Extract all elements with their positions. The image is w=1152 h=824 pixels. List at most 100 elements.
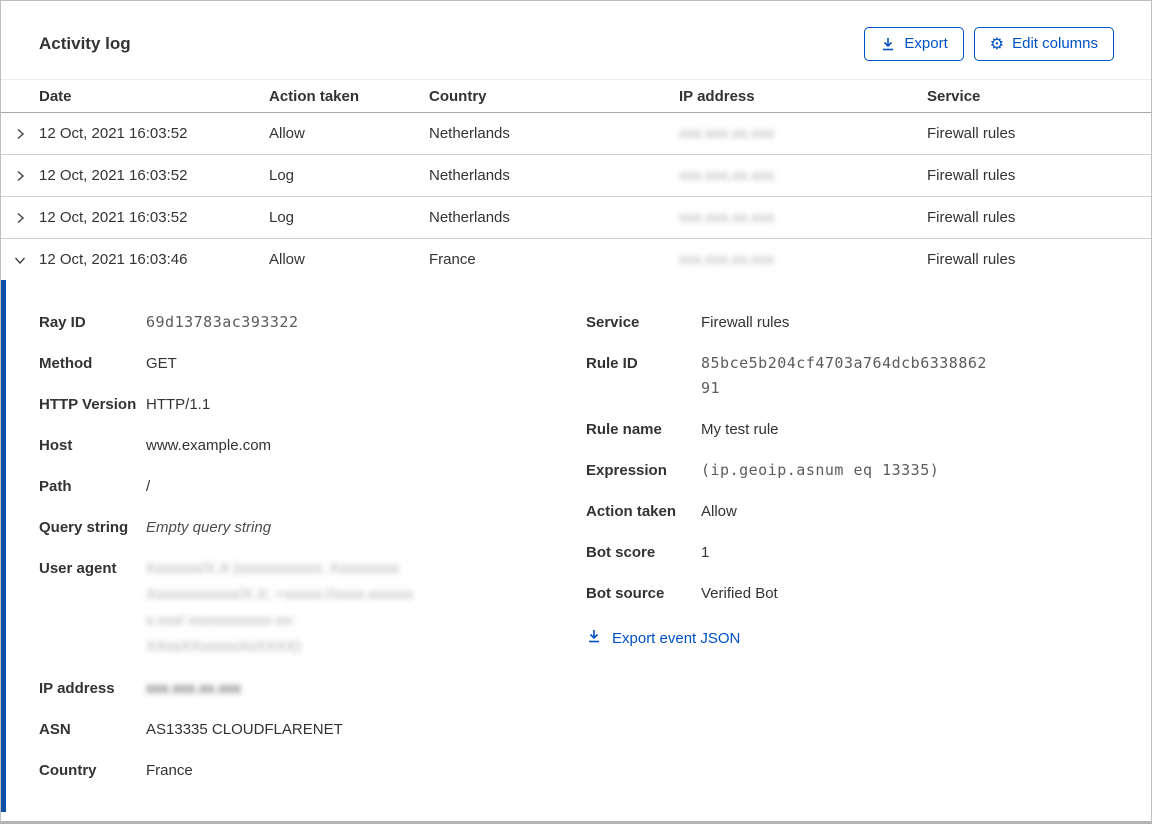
detail-label: Rule ID: [586, 351, 701, 401]
page-title: Activity log: [39, 34, 131, 54]
detail-label: User agent: [39, 556, 146, 660]
detail-value: France: [146, 758, 193, 783]
table-header: Date Action taken Country IP address Ser…: [1, 79, 1151, 112]
detail-value: (ip.geoip.asnum eq 13335): [701, 458, 939, 483]
chevron-right-icon: [12, 126, 28, 142]
detail-row-method: Method GET: [39, 351, 586, 376]
detail-label: ASN: [39, 717, 146, 742]
redacted-text-line: x.xxx/ xxxxxxxxxxx-xx:: [146, 608, 413, 634]
export-button-label: Export: [904, 35, 947, 53]
detail-value: HTTP/1.1: [146, 392, 210, 417]
detail-value: 1: [701, 540, 709, 565]
cell-ip-address-redacted: xxx.xxx.xx.xxx: [679, 167, 774, 184]
detail-value: 85bce5b204cf4703a764dcb633886291: [701, 351, 993, 401]
detail-value: Verified Bot: [701, 581, 778, 606]
cell-country: Netherlands: [429, 209, 679, 226]
detail-value: GET: [146, 351, 177, 376]
cell-service: Firewall rules: [927, 167, 1151, 184]
cell-date: 12 Oct, 2021 16:03:52: [39, 125, 269, 142]
download-icon: [586, 628, 602, 648]
cell-date: 12 Oct, 2021 16:03:52: [39, 167, 269, 184]
cell-ip-address-redacted: xxx.xxx.xx.xxx: [679, 125, 774, 142]
redacted-text-line: Xxxxxxxxxxxx/X.X; +xxxxx://xxxx.xxxxxx: [146, 582, 413, 608]
detail-row-asn: ASN AS13335 CLOUDFLARENET: [39, 717, 586, 742]
detail-value: Firewall rules: [701, 310, 789, 335]
detail-label: Service: [586, 310, 701, 335]
column-header-ip-address: IP address: [679, 88, 927, 105]
detail-label: Bot source: [586, 581, 701, 606]
expand-row-button[interactable]: [1, 168, 39, 184]
detail-row-ip-address: IP address xxx.xxx.xx.xxx: [39, 676, 586, 701]
download-icon: [880, 36, 896, 52]
detail-label: Path: [39, 474, 146, 499]
edit-columns-button-label: Edit columns: [1012, 35, 1098, 53]
detail-value: /: [146, 474, 150, 499]
detail-row-bot-source: Bot source Verified Bot: [586, 581, 1151, 606]
cell-service: Firewall rules: [927, 125, 1151, 142]
topbar: Activity log Export ⚙ Edit columns: [1, 1, 1151, 79]
detail-row-service: Service Firewall rules: [586, 310, 1151, 335]
detail-row-ray-id: Ray ID 69d13783ac393322: [39, 310, 586, 335]
redacted-text-line: XXxxXXxxxxxXxXXXX): [146, 634, 413, 660]
detail-label: Host: [39, 433, 146, 458]
edit-columns-button[interactable]: ⚙ Edit columns: [974, 27, 1114, 61]
detail-row-bot-score: Bot score 1: [586, 540, 1151, 565]
column-header-date: Date: [39, 88, 269, 105]
detail-row-user-agent: User agent Xxxxxxx/X.X (xxxxxxxxxxx; Xxx…: [39, 556, 586, 660]
export-event-json-label: Export event JSON: [612, 630, 740, 647]
cell-country: Netherlands: [429, 125, 679, 142]
export-event-json-link[interactable]: Export event JSON: [586, 628, 740, 648]
cell-action-taken: Log: [269, 209, 429, 226]
table-row[interactable]: 12 Oct, 2021 16:03:52 Log Netherlands xx…: [1, 196, 1151, 238]
detail-row-query-string: Query string Empty query string: [39, 515, 586, 540]
detail-row-action-taken: Action taken Allow: [586, 499, 1151, 524]
detail-row-country: Country France: [39, 758, 586, 783]
cell-ip-address-redacted: xxx.xxx.xx.xxx: [679, 251, 774, 268]
activity-log-panel: Activity log Export ⚙ Edit columns Date …: [0, 0, 1152, 824]
detail-label: Ray ID: [39, 310, 146, 335]
cell-date: 12 Oct, 2021 16:03:46: [39, 251, 269, 268]
table-row[interactable]: 12 Oct, 2021 16:03:52 Log Netherlands xx…: [1, 154, 1151, 196]
cell-action-taken: Log: [269, 167, 429, 184]
redacted-text-line: Xxxxxxx/X.X (xxxxxxxxxxx; Xxxxxxxxx: [146, 556, 413, 582]
detail-value: www.example.com: [146, 433, 271, 458]
detail-label: Expression: [586, 458, 701, 483]
detail-value: Allow: [701, 499, 737, 524]
expand-row-button[interactable]: [1, 210, 39, 226]
detail-value: Empty query string: [146, 515, 271, 540]
event-details-left-column: Ray ID 69d13783ac393322 Method GET HTTP …: [39, 310, 586, 812]
table-row[interactable]: 12 Oct, 2021 16:03:52 Allow Netherlands …: [1, 112, 1151, 154]
detail-label: Action taken: [586, 499, 701, 524]
detail-value-redacted: xxx.xxx.xx.xxx: [146, 676, 241, 701]
chevron-down-icon: [12, 252, 28, 268]
cell-action-taken: Allow: [269, 251, 429, 268]
collapse-row-button[interactable]: [1, 252, 39, 268]
detail-row-rule-id: Rule ID 85bce5b204cf4703a764dcb633886291: [586, 351, 1151, 401]
detail-value: AS13335 CLOUDFLARENET: [146, 717, 343, 742]
cell-country: Netherlands: [429, 167, 679, 184]
detail-label: Method: [39, 351, 146, 376]
cell-ip-address-redacted: xxx.xxx.xx.xxx: [679, 209, 774, 226]
cell-country: France: [429, 251, 679, 268]
detail-label: IP address: [39, 676, 146, 701]
detail-label: Bot score: [586, 540, 701, 565]
event-details-panel: Ray ID 69d13783ac393322 Method GET HTTP …: [1, 280, 1151, 812]
detail-value-redacted: Xxxxxxx/X.X (xxxxxxxxxxx; Xxxxxxxxx Xxxx…: [146, 556, 413, 660]
cell-service: Firewall rules: [927, 209, 1151, 226]
detail-row-host: Host www.example.com: [39, 433, 586, 458]
event-details-right-column: Service Firewall rules Rule ID 85bce5b20…: [586, 310, 1151, 812]
detail-row-expression: Expression (ip.geoip.asnum eq 13335): [586, 458, 1151, 483]
expand-row-button[interactable]: [1, 126, 39, 142]
detail-value: 69d13783ac393322: [146, 310, 299, 335]
table-row-expanded[interactable]: 12 Oct, 2021 16:03:46 Allow France xxx.x…: [1, 238, 1151, 280]
column-header-service: Service: [927, 88, 1151, 105]
detail-value: My test rule: [701, 417, 779, 442]
detail-row-http-version: HTTP Version HTTP/1.1: [39, 392, 586, 417]
column-header-action-taken: Action taken: [269, 88, 429, 105]
detail-label: Query string: [39, 515, 146, 540]
cell-date: 12 Oct, 2021 16:03:52: [39, 209, 269, 226]
chevron-right-icon: [12, 168, 28, 184]
cell-service: Firewall rules: [927, 251, 1151, 268]
export-button[interactable]: Export: [864, 27, 963, 61]
detail-row-rule-name: Rule name My test rule: [586, 417, 1151, 442]
